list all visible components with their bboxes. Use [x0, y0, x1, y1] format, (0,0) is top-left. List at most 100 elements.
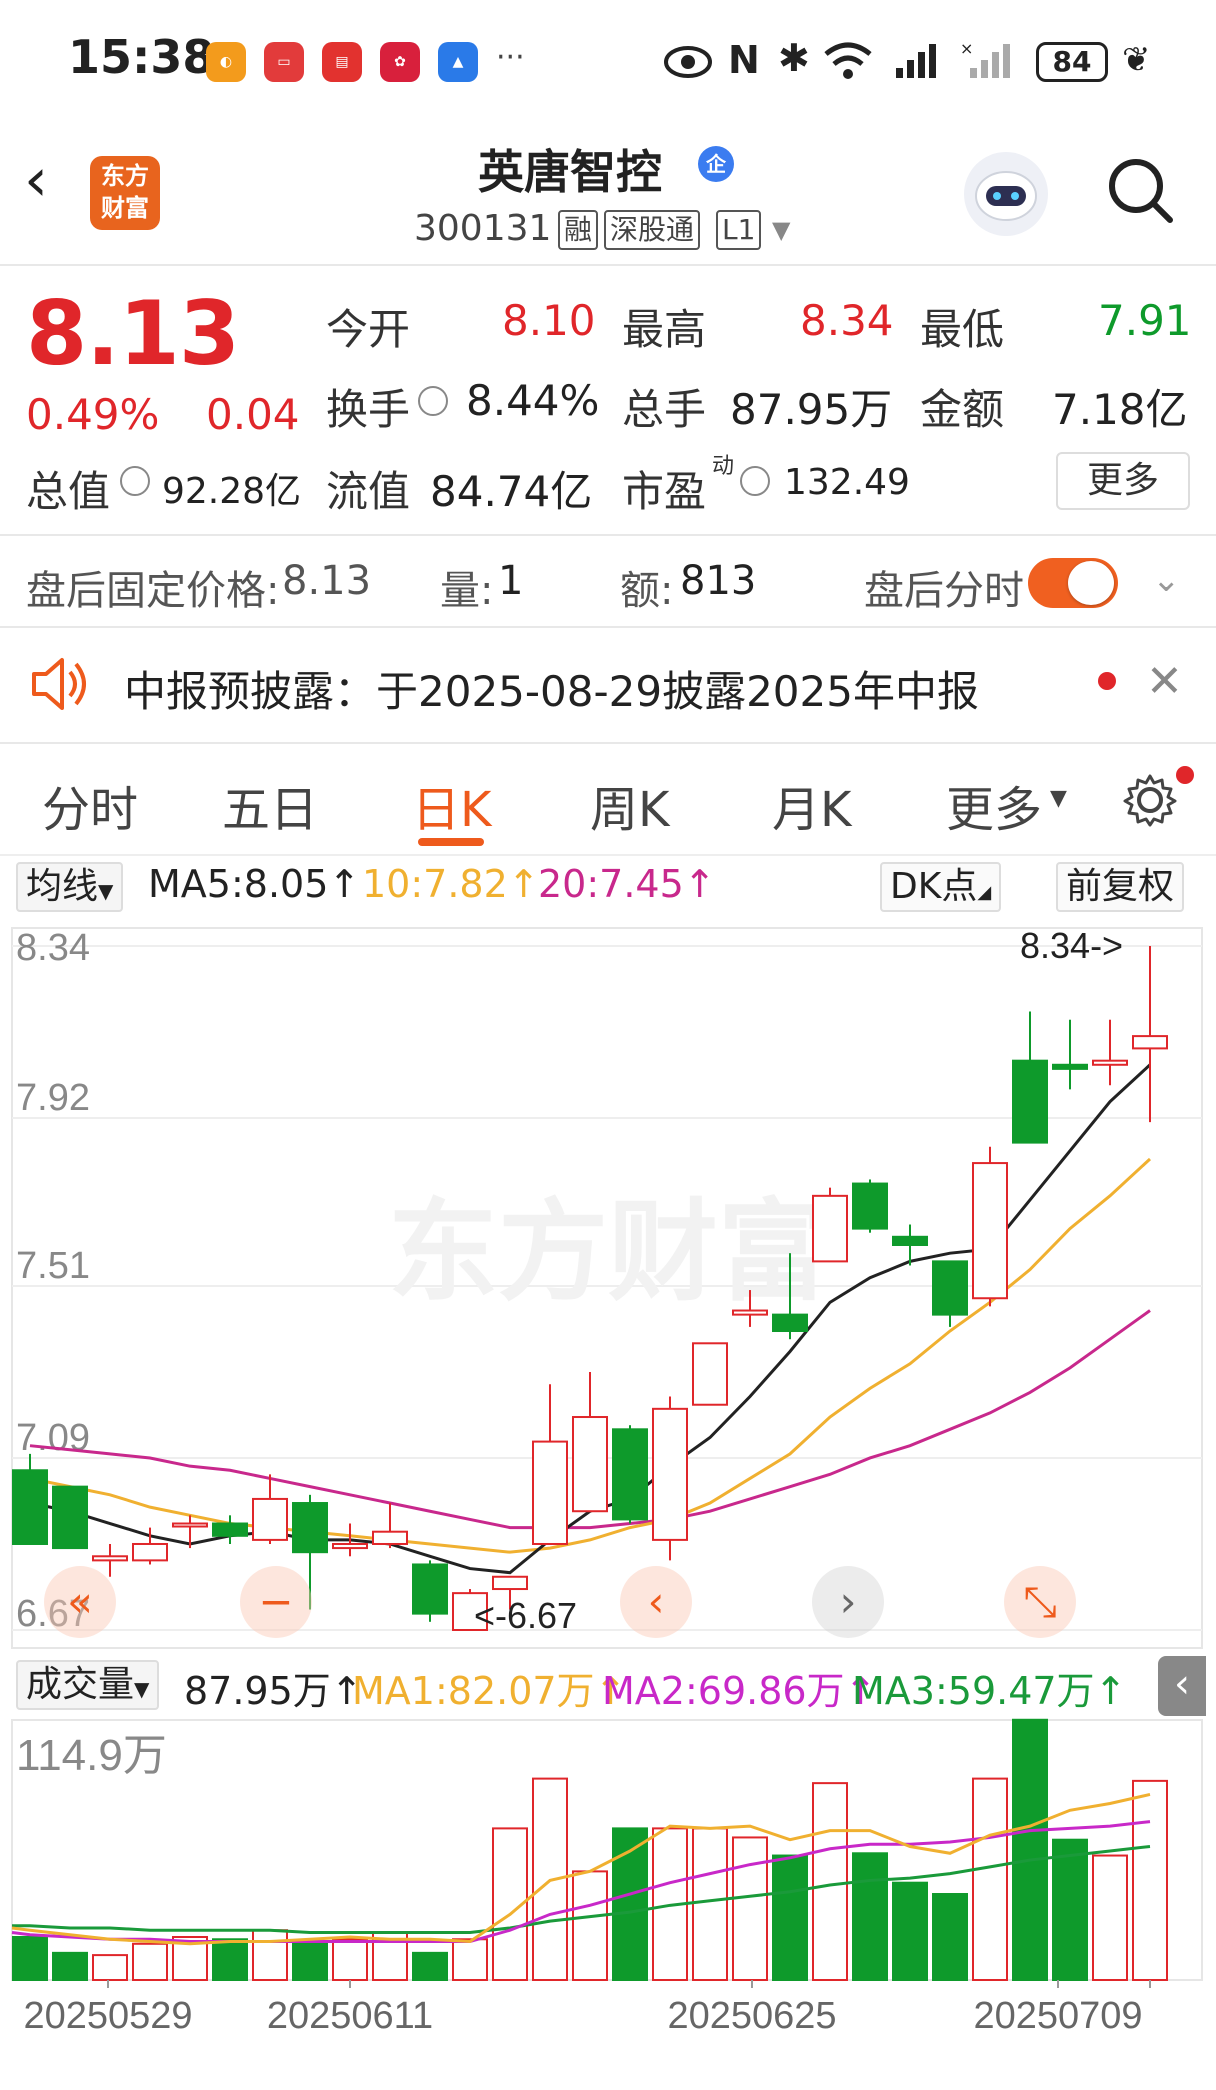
- mktcap-info-icon[interactable]: [120, 466, 150, 496]
- volume-bar: [812, 1782, 848, 1981]
- volume-bar: [132, 1942, 168, 1981]
- dropdown-icon[interactable]: ▼: [772, 216, 790, 244]
- scroll-left-fast-button[interactable]: «: [44, 1566, 116, 1638]
- volume-bar: [252, 1929, 288, 1981]
- ma20-value: 20:7.45↑: [538, 862, 716, 906]
- bluetooth-icon: ✱: [778, 36, 810, 80]
- collapse-panel-button[interactable]: ‹: [1158, 1656, 1206, 1716]
- y-tick-label: 7.92: [16, 1077, 90, 1119]
- volume-selector-caret-icon: ▼: [134, 1677, 150, 1701]
- ma20-text: 20:7.45: [538, 862, 684, 906]
- volume-bar: [52, 1951, 88, 1981]
- volume-selector[interactable]: 成交量▼: [16, 1660, 160, 1710]
- volume-bar: [292, 1942, 328, 1981]
- announcement-text[interactable]: 中报预披露：于2025-08-29披露2025年中报: [124, 658, 979, 719]
- volume-bar: [972, 1777, 1008, 1981]
- vol-ma3: MA3:59.47万↑: [852, 1660, 1126, 1715]
- tab-weekly-k[interactable]: 周K: [590, 770, 669, 840]
- assistant-avatar[interactable]: [964, 152, 1048, 236]
- tab-monthly-k[interactable]: 月K: [772, 770, 851, 840]
- pe-info-icon[interactable]: [740, 466, 770, 496]
- candle-body: [332, 1542, 368, 1550]
- back-button[interactable]: ‹: [24, 150, 48, 210]
- more-quote-button[interactable]: 更多: [1056, 452, 1190, 510]
- amount-value: 7.18亿: [1052, 385, 1188, 434]
- zoom-out-button-glyph: −: [258, 1577, 293, 1626]
- chevron-down-icon[interactable]: ⌄: [1152, 560, 1181, 600]
- candle-body: [292, 1502, 328, 1554]
- ma-selector[interactable]: 均线▼: [16, 862, 124, 912]
- level-tag: L1: [716, 210, 762, 250]
- low-annotation: <-6.67: [474, 1595, 577, 1636]
- tab-more[interactable]: 更多: [946, 770, 1042, 840]
- dk-point-button[interactable]: DK点◢: [880, 862, 1002, 912]
- stock-code: 300131: [414, 208, 552, 249]
- scroll-left-fast-button-glyph: «: [67, 1577, 93, 1626]
- mktcap-label: 总值: [26, 467, 111, 516]
- tab-intraday[interactable]: 分时: [42, 770, 138, 840]
- volume-bar: [12, 1936, 48, 1981]
- candle: [652, 1396, 688, 1561]
- candle-body: [52, 1485, 88, 1550]
- close-icon[interactable]: ✕: [1146, 656, 1183, 707]
- wifi-icon: [824, 42, 872, 79]
- volume-bar: [1092, 1854, 1128, 1981]
- x-tick-label: 20250529: [23, 1995, 192, 2037]
- y-tick-label: 8.34: [16, 927, 90, 969]
- enterprise-badge: 企: [698, 146, 734, 182]
- volume-bar: [572, 1870, 608, 1982]
- pe-superscript: 动: [712, 454, 735, 479]
- candle: [932, 1260, 968, 1327]
- candle: [572, 1371, 608, 1513]
- high-value: 8.34: [800, 296, 894, 345]
- unread-dot: [1098, 672, 1116, 690]
- candle: [972, 1146, 1008, 1307]
- candle: [532, 1384, 568, 1545]
- float-value: 84.74亿: [430, 467, 593, 516]
- candle: [852, 1179, 888, 1233]
- fullscreen-button[interactable]: ⤡: [1004, 1566, 1076, 1638]
- ma5-up-arrow-icon: ↑: [328, 862, 361, 906]
- volume-bar: [1052, 1838, 1088, 1982]
- ma20-up-arrow-icon: ↑: [683, 862, 716, 906]
- current-price: 8.13: [26, 282, 240, 385]
- candle-body: [852, 1182, 888, 1230]
- turnover-value: 8.44%: [466, 376, 600, 425]
- app-logo: 东方财富: [90, 156, 160, 230]
- tab-daily-k[interactable]: 日K: [412, 770, 491, 840]
- candle-body: [572, 1416, 608, 1513]
- turnover-info-icon[interactable]: [418, 386, 448, 416]
- open-label: 今开: [326, 305, 411, 354]
- signal-icon: [896, 44, 936, 78]
- mktcap-value: 92.28亿: [162, 471, 302, 512]
- volume-bar: [452, 1938, 488, 1982]
- svg-text:×: ×: [960, 40, 973, 58]
- candle-body: [92, 1555, 128, 1562]
- candle: [52, 1485, 88, 1550]
- candle-body: [1012, 1059, 1048, 1144]
- volume-selector-label: 成交量: [26, 1664, 135, 1705]
- volume-chart[interactable]: 114.9万 20250529 20250611 20250625 20250709: [0, 1718, 1216, 2048]
- vol-ma1: MA1:82.07万↑: [352, 1660, 626, 1715]
- scroll-left-button[interactable]: ‹: [620, 1566, 692, 1638]
- scroll-right-button[interactable]: ›: [812, 1566, 884, 1638]
- ma5-text: MA5:8.05: [148, 862, 329, 906]
- search-icon[interactable]: [1104, 154, 1176, 226]
- leaf-icon: ❦: [1122, 40, 1151, 80]
- watermark: 东方财富: [388, 1188, 828, 1316]
- notification-app-icon: ◐: [206, 42, 246, 82]
- settings-icon[interactable]: [1120, 770, 1180, 830]
- tab-five-day[interactable]: 五日: [222, 770, 318, 840]
- candle-body: [172, 1522, 208, 1528]
- candle-body: [1132, 1035, 1168, 1050]
- after-hours-amount-label: 额:: [620, 568, 674, 614]
- eye-icon: [664, 46, 712, 78]
- upload-app-icon: ▲: [438, 42, 478, 82]
- nfc-icon: N: [728, 38, 760, 82]
- zoom-out-button[interactable]: −: [240, 1566, 312, 1638]
- y-tick-label: 7.09: [16, 1417, 90, 1459]
- volume-bar: [852, 1852, 888, 1981]
- kline-chart[interactable]: 8.347.927.517.096.67东方财富8.34-><-6.67«−‹›…: [0, 920, 1216, 1660]
- adjust-button[interactable]: 前复权: [1056, 862, 1185, 912]
- dk-corner-icon: ◢: [977, 882, 992, 903]
